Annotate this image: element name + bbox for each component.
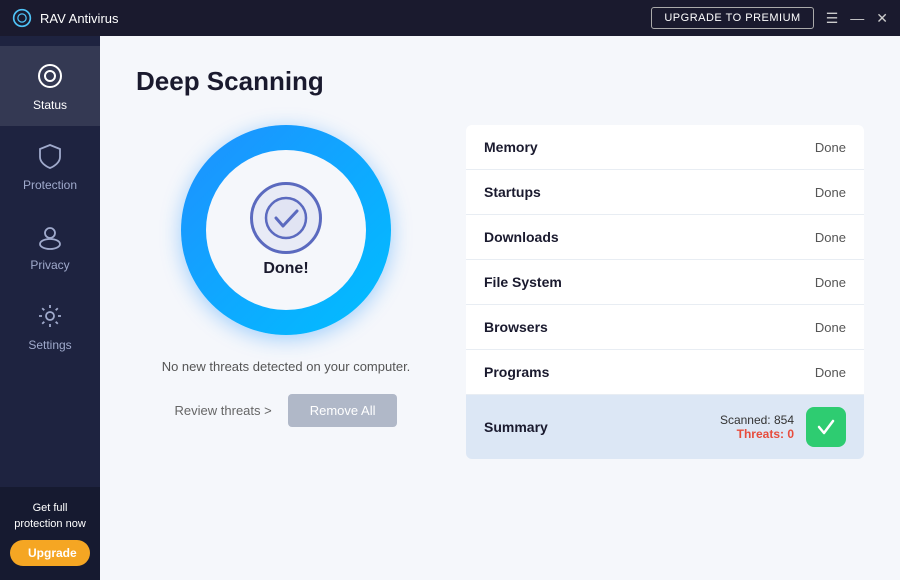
result-status-memory: Done: [815, 140, 846, 155]
privacy-icon: [34, 220, 66, 252]
result-label-programs: Programs: [484, 364, 549, 380]
scan-circle-inner: Done!: [206, 150, 366, 310]
sidebar-item-privacy[interactable]: Privacy: [0, 206, 100, 286]
summary-label: Summary: [484, 419, 548, 435]
review-threats-button[interactable]: Review threats >: [175, 403, 272, 418]
page-title: Deep Scanning: [136, 66, 864, 97]
sidebar-upgrade-section: Get full protection now Upgrade: [0, 487, 100, 580]
scan-circle-outer: Done!: [181, 125, 391, 335]
close-button[interactable]: ✕: [876, 11, 888, 25]
sidebar-label-status: Status: [33, 98, 67, 112]
titlebar-controls: ☰ — ✕: [826, 11, 888, 25]
upgrade-button[interactable]: Upgrade: [10, 540, 90, 566]
action-row: Review threats > Remove All: [175, 394, 398, 427]
threats-count: Threats: 0: [737, 427, 794, 441]
titlebar-left: RAV Antivirus: [12, 8, 119, 28]
result-label-downloads: Downloads: [484, 229, 559, 245]
no-threats-text: No new threats detected on your computer…: [162, 359, 411, 374]
result-label-memory: Memory: [484, 139, 538, 155]
result-row-memory: Memory Done: [466, 125, 864, 170]
minimize-button[interactable]: —: [850, 11, 864, 25]
content-grid: Done! No new threats detected on your co…: [136, 125, 864, 459]
upgrade-text: Get full protection now: [8, 501, 92, 532]
sidebar-item-protection[interactable]: Protection: [0, 126, 100, 206]
scan-circle-wrapper: Done!: [181, 125, 391, 335]
protection-icon: [34, 140, 66, 172]
summary-row: Summary Scanned: 854 Threats: 0: [466, 395, 864, 459]
sidebar: Status Protection Privacy: [0, 36, 100, 580]
rav-logo-icon: [12, 8, 32, 28]
result-row-startups: Startups Done: [466, 170, 864, 215]
results-panel: Memory Done Startups Done Downloads Done…: [466, 125, 864, 459]
remove-all-button[interactable]: Remove All: [288, 394, 398, 427]
result-status-downloads: Done: [815, 230, 846, 245]
menu-button[interactable]: ☰: [826, 11, 839, 25]
scanned-count: Scanned: 854: [720, 413, 794, 427]
result-label-filesystem: File System: [484, 274, 562, 290]
sidebar-label-privacy: Privacy: [30, 258, 69, 272]
result-status-filesystem: Done: [815, 275, 846, 290]
checkmark-icon: [264, 196, 308, 240]
main-content: Deep Scanning Done!: [100, 36, 900, 580]
app-title: RAV Antivirus: [40, 11, 119, 26]
result-row-browsers: Browsers Done: [466, 305, 864, 350]
result-status-startups: Done: [815, 185, 846, 200]
scan-panel: Done! No new threats detected on your co…: [136, 125, 436, 427]
result-row-downloads: Downloads Done: [466, 215, 864, 260]
result-label-startups: Startups: [484, 184, 541, 200]
status-icon: [34, 60, 66, 92]
summary-right: Scanned: 854 Threats: 0: [720, 407, 846, 447]
sidebar-item-settings[interactable]: Settings: [0, 286, 100, 366]
titlebar-right: UPGRADE TO PREMIUM ☰ — ✕: [651, 7, 888, 29]
checkmark-icon-wrapper: [250, 182, 322, 254]
settings-icon: [34, 300, 66, 332]
check-icon: [815, 416, 837, 438]
sidebar-item-status[interactable]: Status: [0, 46, 100, 126]
result-label-browsers: Browsers: [484, 319, 548, 335]
sidebar-label-settings: Settings: [28, 338, 71, 352]
result-row-programs: Programs Done: [466, 350, 864, 395]
summary-stats: Scanned: 854 Threats: 0: [720, 413, 794, 441]
titlebar: RAV Antivirus UPGRADE TO PREMIUM ☰ — ✕: [0, 0, 900, 36]
result-status-browsers: Done: [815, 320, 846, 335]
result-row-filesystem: File System Done: [466, 260, 864, 305]
upgrade-premium-button[interactable]: UPGRADE TO PREMIUM: [651, 7, 813, 29]
result-status-programs: Done: [815, 365, 846, 380]
summary-check-button[interactable]: [806, 407, 846, 447]
app-body: Status Protection Privacy: [0, 36, 900, 580]
sidebar-label-protection: Protection: [23, 178, 77, 192]
done-label: Done!: [263, 260, 308, 278]
